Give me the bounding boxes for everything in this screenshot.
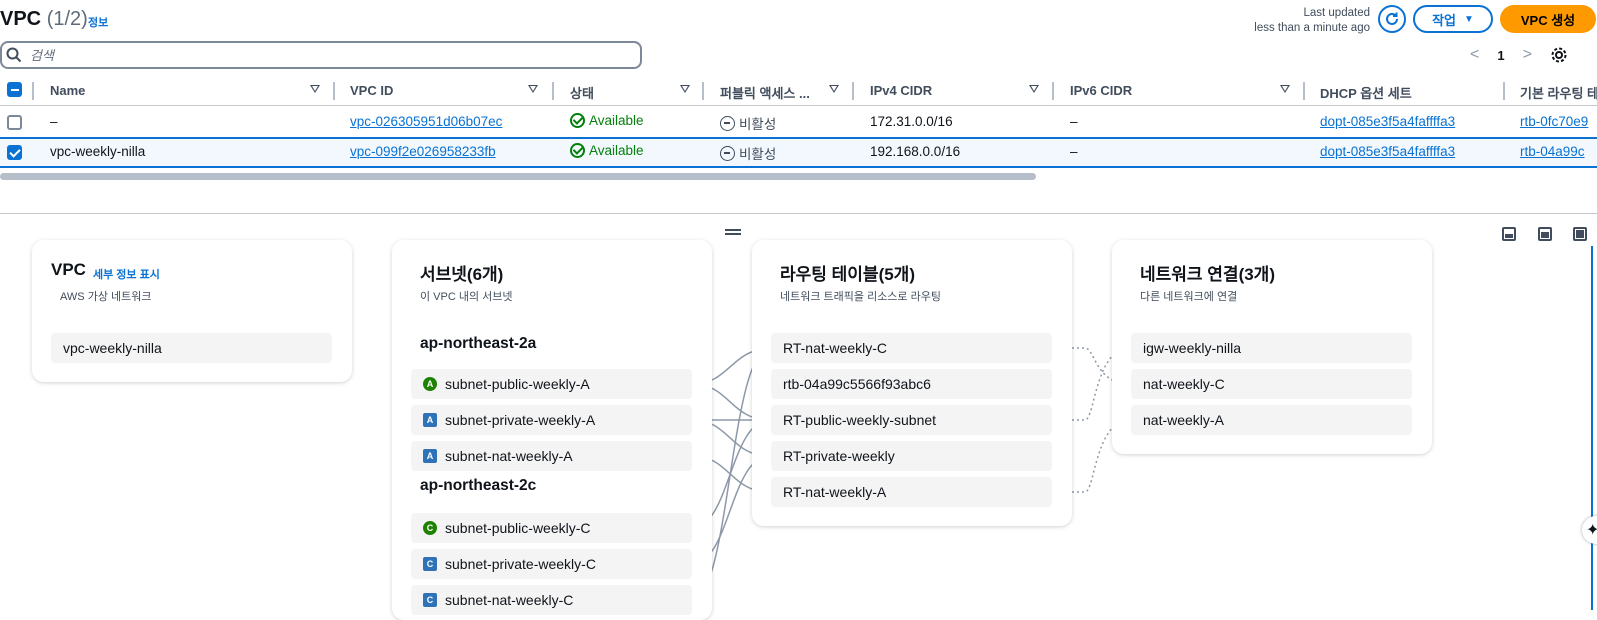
az-label: ap-northeast-2a [420, 335, 537, 352]
route-table-item[interactable]: RT-public-weekly-subnet [771, 405, 1052, 435]
card-subtitle: 이 VPC 내의 서브넷 [420, 291, 513, 303]
private-subnet-icon: A [423, 413, 437, 427]
card-title: 서브넷(6개) [420, 265, 504, 284]
card-subtitle: AWS 가상 네트워크 [60, 291, 152, 303]
connection-item[interactable]: nat-weekly-C [1131, 369, 1412, 399]
card-subtitle: 다른 네트워크에 연결 [1140, 291, 1238, 303]
route-table-item[interactable]: RT-nat-weekly-A [771, 477, 1052, 507]
private-subnet-icon: A [423, 449, 437, 463]
route-table-item[interactable]: RT-nat-weekly-C [771, 333, 1052, 363]
subnet-item[interactable]: Asubnet-private-weekly-A [411, 405, 692, 435]
vpc-item[interactable]: vpc-weekly-nilla [51, 333, 332, 363]
subnet-item[interactable]: Asubnet-public-weekly-A [411, 369, 692, 399]
subnets-card: 서브넷(6개) 이 VPC 내의 서브넷 ap-northeast-2a Asu… [392, 240, 712, 620]
connection-item[interactable]: nat-weekly-A [1131, 405, 1412, 435]
route-table-item[interactable]: rtb-04a99c5566f93abc6 [771, 369, 1052, 399]
route-tables-card: 라우팅 테이블(5개) 네트워크 트래픽을 리소스로 라우팅 RT-nat-we… [752, 240, 1072, 526]
subnet-item[interactable]: Csubnet-public-weekly-C [411, 513, 692, 543]
vpc-card: VPC 세부 정보 표시 AWS 가상 네트워크 vpc-weekly-nill… [32, 240, 352, 382]
private-subnet-icon: C [423, 557, 437, 571]
private-subnet-icon: C [423, 593, 437, 607]
card-title: VPC [51, 260, 86, 279]
public-subnet-icon: A [423, 377, 437, 391]
focus-indicator [1591, 246, 1593, 610]
az-label: ap-northeast-2c [420, 477, 537, 494]
connection-item[interactable]: igw-weekly-nilla [1131, 333, 1412, 363]
subnet-item[interactable]: Csubnet-private-weekly-C [411, 549, 692, 579]
card-title: 라우팅 테이블(5개) [780, 265, 915, 284]
card-subtitle: 네트워크 트래픽을 리소스로 라우팅 [780, 291, 941, 303]
public-subnet-icon: C [423, 521, 437, 535]
route-table-item[interactable]: RT-private-weekly [771, 441, 1052, 471]
card-title: 네트워크 연결(3개) [1140, 265, 1275, 284]
show-details-link[interactable]: 세부 정보 표시 [93, 266, 160, 282]
network-connections-card: 네트워크 연결(3개) 다른 네트워크에 연결 igw-weekly-nilla… [1112, 240, 1432, 454]
subnet-item[interactable]: Csubnet-nat-weekly-C [411, 585, 692, 615]
subnet-item[interactable]: Asubnet-nat-weekly-A [411, 441, 692, 471]
